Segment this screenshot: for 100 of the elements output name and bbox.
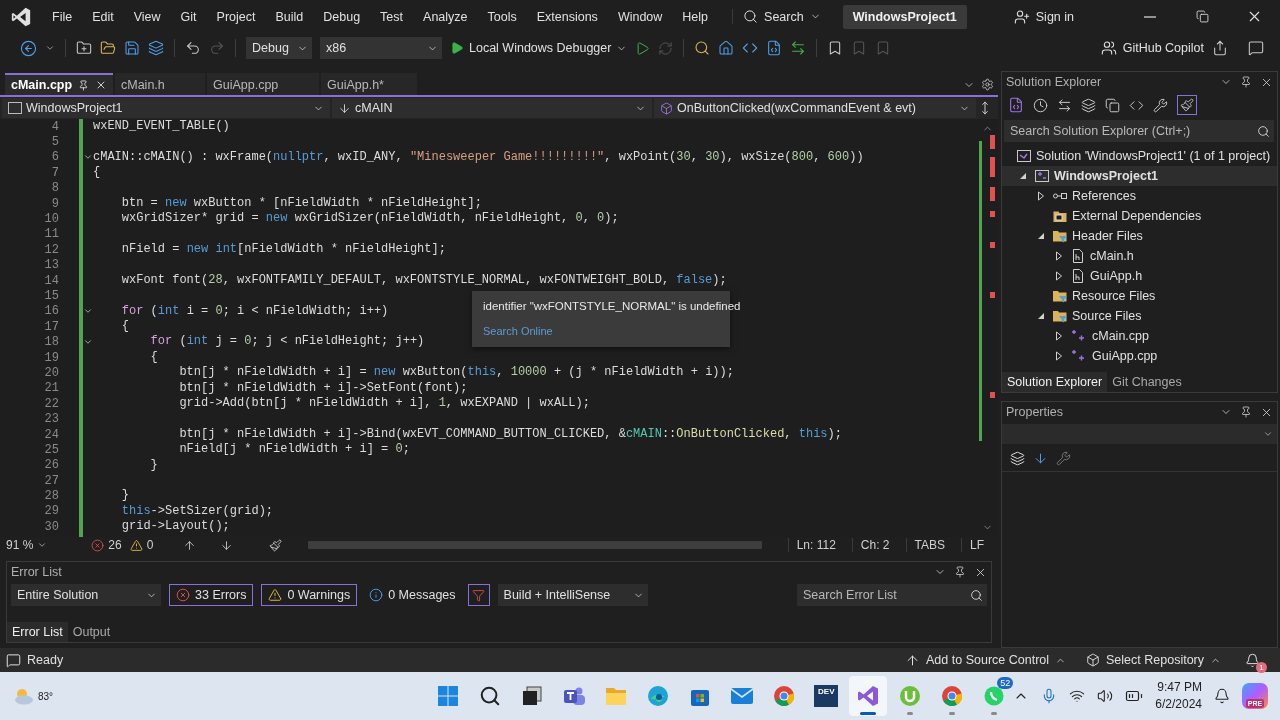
- notifications-icon[interactable]: [1245, 652, 1260, 668]
- select-repository-button[interactable]: Select Repository: [1086, 653, 1221, 667]
- undo-icon[interactable]: [185, 40, 201, 56]
- notification-badge: 1: [1256, 661, 1267, 673]
- panel-tab[interactable]: Git Changes: [1107, 372, 1187, 392]
- copy-icon[interactable]: [1105, 97, 1120, 113]
- search-field[interactable]: Search Error List: [797, 584, 987, 606]
- editor-tab[interactable]: cMain.h: [115, 73, 205, 95]
- line-number: 11: [44, 227, 59, 242]
- taskbar-app[interactable]: [849, 676, 888, 716]
- search-field[interactable]: Search Solution Explorer (Ctrl+;): [1004, 120, 1274, 142]
- tree-item[interactable]: Header Files: [1002, 226, 1277, 246]
- horizontal-scrollbar[interactable]: [308, 541, 762, 549]
- menu-item[interactable]: Tools: [477, 9, 527, 24]
- wrench-icon[interactable]: [1153, 97, 1168, 113]
- wifi-icon[interactable]: [1069, 688, 1086, 704]
- menu-item[interactable]: Git: [170, 9, 207, 24]
- zoom-dropdown[interactable]: 91 %: [6, 538, 48, 552]
- sign-in-button[interactable]: Sign in: [1013, 8, 1074, 25]
- taskbar-app[interactable]: DEV: [807, 676, 846, 716]
- tree-item[interactable]: Source Files: [1002, 306, 1277, 326]
- tree-item[interactable]: External Dependencies: [1002, 206, 1277, 226]
- panel-tab[interactable]: Solution Explorer: [1002, 372, 1108, 392]
- pin-icon[interactable]: [1240, 76, 1252, 88]
- app-logo: [10, 5, 32, 28]
- editor-tab[interactable]: GuiApp.h*: [321, 73, 417, 95]
- configuration-dropdown[interactable]: Debug: [246, 37, 312, 59]
- run-button[interactable]: Local Windows Debugger: [450, 41, 628, 55]
- menu-item[interactable]: Window: [607, 9, 673, 24]
- line-number: 19: [44, 350, 59, 365]
- sync-icon[interactable]: [1057, 97, 1072, 113]
- tree-item[interactable]: Solution 'WindowsProject1' (1 of 1 project): [1002, 146, 1277, 166]
- search-online-link[interactable]: Search Online: [483, 324, 553, 338]
- tree-item[interactable]: WindowsProject1: [1002, 166, 1277, 186]
- tree-item[interactable]: cMain.h: [1002, 246, 1277, 266]
- menu-item[interactable]: Analyze: [413, 9, 478, 24]
- taskbar-app[interactable]: 52: [975, 676, 1014, 716]
- menu-item[interactable]: Project: [206, 9, 266, 24]
- errors-filter-button[interactable]: 33 Errors: [169, 584, 254, 606]
- filter-button[interactable]: [467, 584, 490, 606]
- file-icon[interactable]: [1008, 97, 1024, 113]
- tree-item[interactable]: Resource Files: [1002, 286, 1277, 306]
- error-count[interactable]: 26: [91, 538, 122, 552]
- volume-icon[interactable]: [1097, 688, 1114, 704]
- scope-dropdown[interactable]: cMAIN: [332, 98, 652, 118]
- scope-dropdown[interactable]: Entire Solution: [11, 584, 161, 606]
- line-ending-indicator[interactable]: LF: [961, 538, 992, 552]
- pin-icon[interactable]: [1240, 406, 1252, 418]
- menu-item[interactable]: View: [123, 9, 171, 24]
- panel-tab[interactable]: Output: [67, 622, 116, 642]
- panel-tab[interactable]: Error List: [7, 622, 68, 642]
- open-folder-icon[interactable]: [100, 40, 116, 56]
- preview-toggle[interactable]: [1177, 95, 1197, 115]
- save-icon[interactable]: [124, 40, 140, 56]
- warning-count[interactable]: 0: [129, 538, 154, 552]
- settings-icon[interactable]: [981, 78, 994, 91]
- menu-item[interactable]: Test: [370, 9, 414, 24]
- home-icon[interactable]: [718, 40, 735, 56]
- browser-icon: [941, 685, 964, 707]
- tree-item[interactable]: References: [1002, 186, 1277, 206]
- tree-item[interactable]: cMain.cpp: [1002, 326, 1277, 346]
- member-dropdown[interactable]: OnButtonClicked(wxCommandEvent & evt): [654, 98, 976, 118]
- tree-item[interactable]: GuiApp.cpp: [1002, 346, 1277, 366]
- tree-item[interactable]: GuiApp.h: [1002, 266, 1277, 286]
- new-project-icon[interactable]: [76, 40, 92, 56]
- indent-indicator[interactable]: TABS: [905, 538, 953, 552]
- menu-item[interactable]: File: [42, 9, 83, 24]
- source-dropdown[interactable]: Build + IntelliSense: [497, 584, 648, 606]
- file-icon[interactable]: [766, 40, 783, 56]
- menu-item[interactable]: Help: [672, 9, 719, 24]
- search-button[interactable]: Search: [732, 9, 831, 24]
- menu-item[interactable]: Build: [265, 9, 314, 24]
- menu-item[interactable]: Extensions: [526, 9, 608, 24]
- arrow-down-icon[interactable]: [220, 538, 234, 552]
- warnings-filter-button[interactable]: 0 Warnings: [261, 584, 358, 606]
- editor-tab[interactable]: cMain.cpp: [5, 73, 113, 95]
- play-icon[interactable]: [635, 40, 651, 56]
- copilot-button[interactable]: GitHub Copilot: [1100, 40, 1204, 56]
- sort-icon[interactable]: [1033, 451, 1048, 466]
- do-not-disturb-icon[interactable]: [1214, 688, 1230, 704]
- back-icon[interactable]: [20, 39, 37, 57]
- arrow-up-icon[interactable]: [183, 538, 197, 552]
- code-icon[interactable]: [742, 40, 759, 56]
- share-icon[interactable]: [1212, 40, 1228, 56]
- brush-icon[interactable]: [269, 538, 283, 552]
- add-to-source-control-button[interactable]: Add to Source Control: [905, 652, 1067, 668]
- messages-filter-button[interactable]: 0 Messages: [365, 584, 460, 606]
- clock[interactable]: 9:47 PM 6/2/2024: [1155, 679, 1202, 713]
- indent-icon[interactable]: [790, 40, 807, 56]
- search-icon[interactable]: [694, 40, 711, 56]
- menu-item[interactable]: Edit: [82, 9, 124, 24]
- feedback-icon[interactable]: [1248, 40, 1264, 56]
- clock-icon[interactable]: [1033, 97, 1048, 113]
- editor-tab[interactable]: GuiApp.cpp: [207, 73, 319, 95]
- project-dropdown[interactable]: WindowsProject1: [2, 98, 330, 118]
- pin-icon[interactable]: [954, 566, 966, 578]
- menu-item[interactable]: Debug: [313, 9, 371, 24]
- caret-icon[interactable]: [45, 43, 55, 53]
- minimize-icon: [1144, 15, 1156, 18]
- platform-dropdown[interactable]: x86: [320, 37, 442, 59]
